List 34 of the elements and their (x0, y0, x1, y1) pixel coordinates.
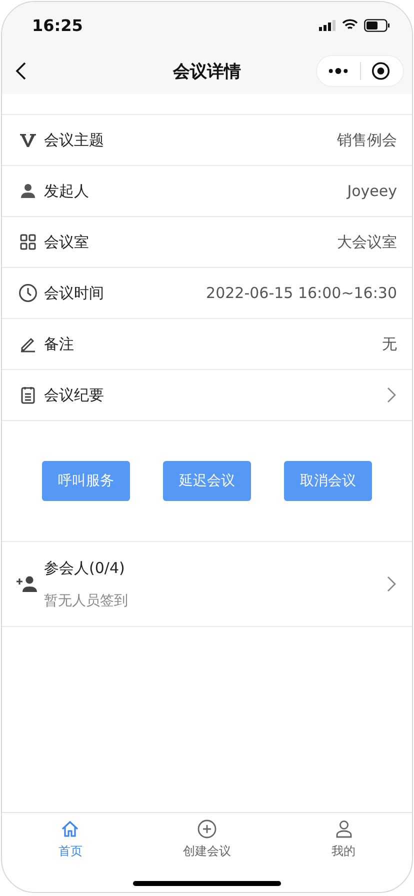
wifi-icon (342, 19, 358, 31)
field-label: 会议纪要 (44, 386, 104, 404)
action-button[interactable]: 取消会议 (284, 461, 372, 501)
attendees-title: 参会人(0/4) (44, 558, 126, 578)
tab-item[interactable]: 创建会议 (138, 819, 276, 860)
tab-item[interactable]: 我的 (275, 819, 412, 860)
field-label: 发起人 (44, 182, 89, 200)
user-icon (334, 819, 354, 839)
chevron-icon[interactable] (385, 386, 397, 404)
field-value: Joyeey (347, 182, 397, 200)
back-icon[interactable] (14, 61, 28, 81)
field-label: 会议室 (44, 232, 89, 252)
signal-icon (319, 20, 336, 30)
chevron-icon[interactable] (385, 575, 397, 593)
tab-item[interactable]: 首页 (2, 819, 139, 860)
field-value: 2022-06-15 16:00~16:30 (206, 284, 397, 302)
home-icon (60, 819, 80, 839)
plus-circle-icon (197, 819, 217, 839)
status-time: 16:25 (32, 16, 83, 34)
add-person-icon (16, 575, 38, 593)
field-value: 无 (382, 334, 397, 354)
person-icon (18, 181, 38, 201)
field-label: 备注 (44, 334, 74, 354)
field-label: 会议时间 (44, 284, 104, 302)
action-button[interactable]: 呼叫服务 (42, 461, 130, 501)
page-title: 会议详情 (172, 60, 242, 82)
battery-icon (364, 18, 390, 32)
clock-icon (18, 283, 38, 303)
field-value: 大会议室 (337, 232, 397, 252)
field-label: 会议主题 (44, 130, 104, 150)
field-value: 销售例会 (337, 130, 397, 150)
action-button[interactable]: 延迟会议 (163, 461, 251, 501)
grid-icon (18, 232, 38, 252)
attendees-note: 暂无人员签到 (44, 592, 128, 610)
